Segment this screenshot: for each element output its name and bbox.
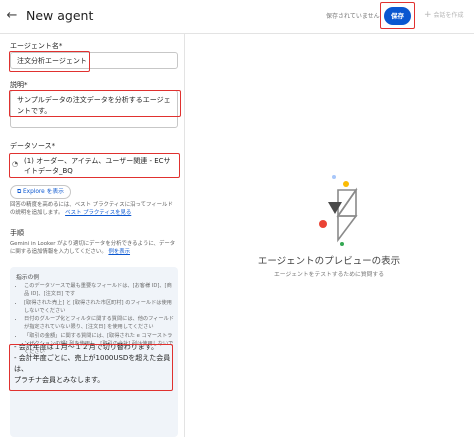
example-item: 日付のグループ化とフィルタに関する質問には、他のフィールドが指定されていない限り… <box>24 315 174 332</box>
create-conversation-button[interactable]: + 会話を作成 <box>424 10 464 20</box>
data-source-help: 回答の精度を高めるには、ベスト プラクティスに沿ってフィールドの説明を追加します… <box>10 201 178 217</box>
instructions-help-text: Gemini in Looker がより適切にデータを分析できるように、データに… <box>10 241 176 255</box>
description-label: 説明* <box>10 81 28 89</box>
highlight-box-save <box>380 2 415 29</box>
explore-button[interactable]: ⧉ Explore を表示 <box>10 185 71 199</box>
show-example-link[interactable]: 例を表示 <box>108 249 130 255</box>
preview-subtitle: エージェントをテストするために質問する <box>273 272 385 278</box>
example-item: このデータソースで最も重要なフィールドは、[お客様 ID]、[商品 ID]、[注… <box>24 282 174 299</box>
back-arrow-icon[interactable]: ← <box>4 8 20 24</box>
best-practice-link[interactable]: ベスト プラクティスを見る <box>65 210 131 216</box>
highlight-box-name <box>9 51 90 72</box>
example-title: 指示の例 <box>16 275 40 281</box>
plus-icon: + <box>424 10 432 20</box>
save-status: 保存されていません <box>326 13 380 20</box>
highlight-box-data-source <box>9 153 180 178</box>
preview-title: エージェントのプレビューの表示 <box>257 256 401 267</box>
page-title: New agent <box>26 8 94 23</box>
create-conversation-label: 会話を作成 <box>433 12 464 19</box>
agent-name-label: エージェント名* <box>10 42 63 50</box>
explore-label: Explore を表示 <box>22 189 64 195</box>
top-bar: ← New agent 保存されていません 保存 + 会話を作成 <box>0 0 474 34</box>
instructions-label: 手順 <box>10 229 24 237</box>
data-source-label: データソース* <box>10 142 56 150</box>
instructions-help: Gemini in Looker がより適切にデータを分析できるように、データに… <box>10 240 178 256</box>
example-item: [取得された売上] と [取得された市区町村] のフィールドは使用しないでくださ… <box>24 299 174 316</box>
highlight-box-instructions <box>9 344 173 391</box>
agent-logo-icon <box>319 175 358 246</box>
highlight-box-description <box>9 90 181 117</box>
